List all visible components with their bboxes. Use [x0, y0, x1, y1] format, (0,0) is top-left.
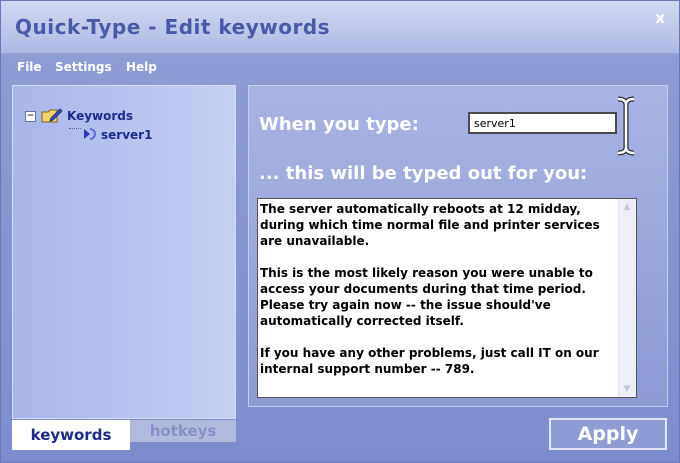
tab-hotkeys[interactable]: hotkeys: [130, 420, 236, 442]
window-title: Quick-Type - Edit keywords: [15, 15, 331, 39]
tree-item-server1[interactable]: server1: [101, 128, 152, 142]
vertical-scrollbar[interactable]: ▲ ▼: [618, 199, 636, 397]
app-window: Quick-Type - Edit keywords x File Settin…: [0, 0, 680, 463]
keyword-input[interactable]: [468, 112, 617, 134]
menu-help[interactable]: Help: [126, 60, 157, 74]
typed-out-label: ... this will be typed out for you:: [259, 163, 588, 184]
tree-root-keywords[interactable]: Keywords: [67, 109, 133, 123]
expansion-text: The server automatically reboots at 12 m…: [260, 202, 600, 376]
scroll-up-icon[interactable]: ▲: [622, 202, 632, 212]
editor-panel: When you type: ... this will be typed ou…: [248, 85, 668, 407]
menu-settings[interactable]: Settings: [55, 60, 112, 74]
when-you-type-label: When you type:: [259, 114, 419, 135]
menu-bar: File Settings Help: [1, 53, 679, 81]
keyword-tree-panel: − Keywords server1: [12, 85, 236, 419]
close-button[interactable]: x: [655, 9, 665, 27]
title-bar: Quick-Type - Edit keywords x: [1, 1, 679, 53]
collapse-icon[interactable]: −: [25, 111, 36, 122]
expansion-textarea[interactable]: The server automatically reboots at 12 m…: [257, 198, 637, 398]
menu-file[interactable]: File: [17, 60, 42, 74]
tab-keywords[interactable]: keywords: [12, 420, 130, 450]
scroll-down-icon[interactable]: ▼: [622, 384, 632, 394]
ibeam-cursor-icon: [617, 96, 635, 156]
keyword-node-icon: [84, 128, 96, 140]
apply-button[interactable]: Apply: [549, 418, 667, 450]
folder-pen-icon: [41, 108, 63, 123]
